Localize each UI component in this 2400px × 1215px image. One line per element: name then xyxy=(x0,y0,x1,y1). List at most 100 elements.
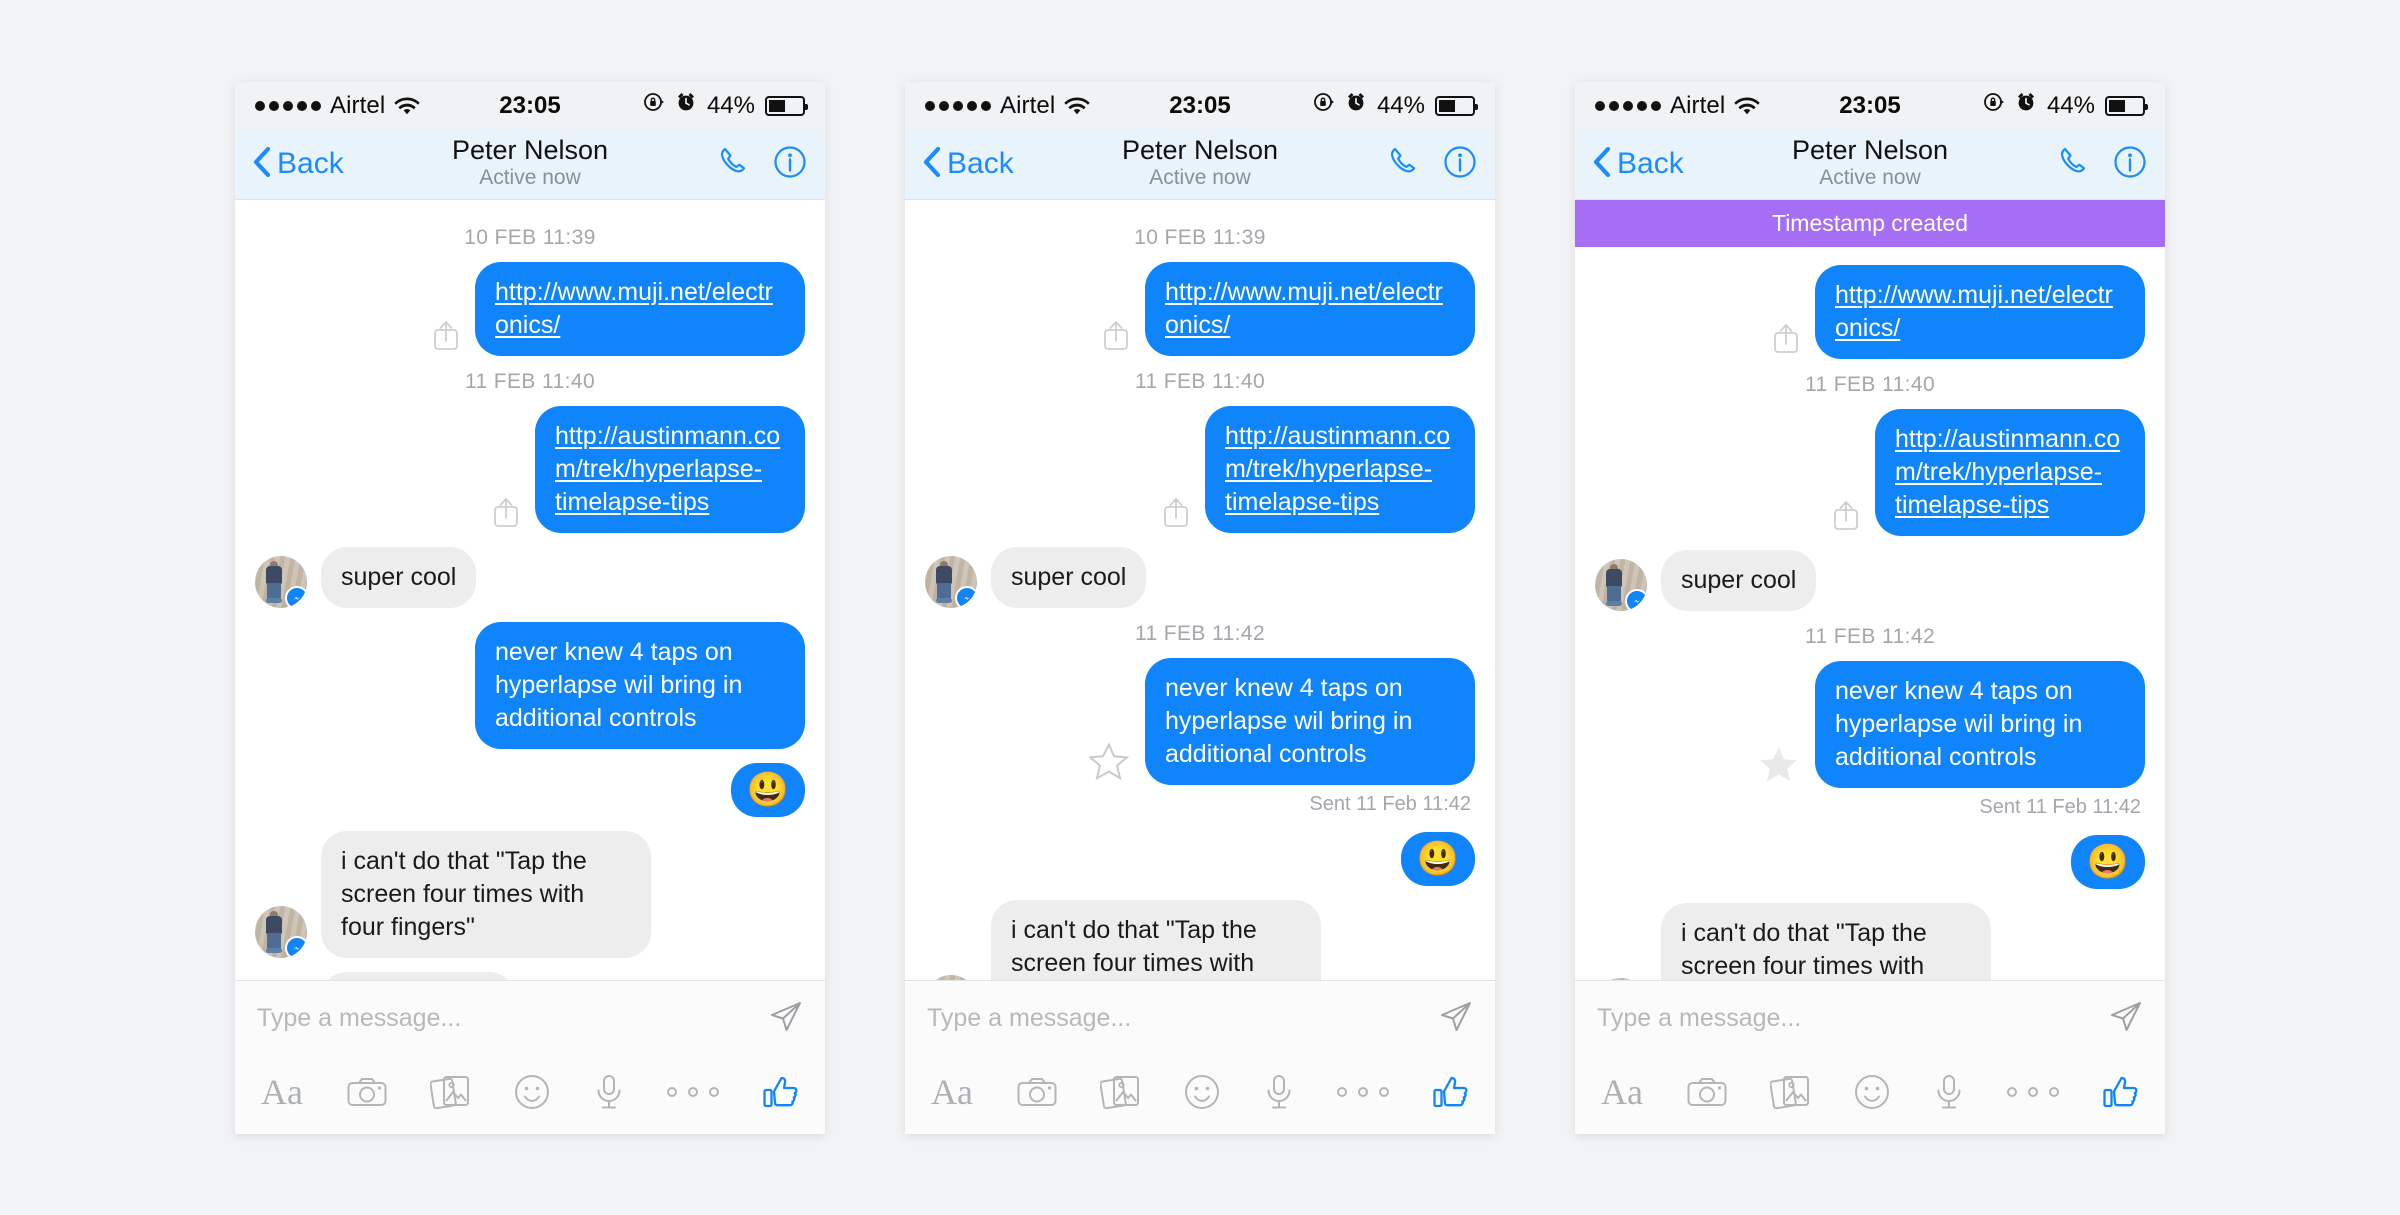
star-outline-icon[interactable] xyxy=(1087,742,1130,785)
avatar[interactable] xyxy=(1595,978,1647,980)
message-thread-2[interactable]: 10 FEB 11:39 http://www.muji.net/electro… xyxy=(905,200,1495,980)
voice-record-tool[interactable] xyxy=(1934,1074,1964,1110)
message-bubble-emoji[interactable]: 😃 xyxy=(2070,835,2145,889)
message-bubble[interactable]: never knew 4 taps on hyperlapse wil brin… xyxy=(1815,661,2145,788)
message-bubble[interactable]: never knew 4 taps on hyperlapse wil brin… xyxy=(475,622,805,749)
share-upload-icon[interactable] xyxy=(493,496,519,533)
message-row[interactable]: http://www.muji.net/electronics/ xyxy=(925,262,1475,356)
camera-tool[interactable] xyxy=(1017,1076,1057,1108)
more-options-tool[interactable] xyxy=(667,1087,720,1097)
message-row[interactable]: http://www.muji.net/electronics/ xyxy=(1595,265,2145,359)
message-row[interactable]: http://austinmann.com/trek/hyperlapse-ti… xyxy=(255,406,805,533)
message-bubble-link[interactable]: http://austinmann.com/trek/hyperlapse-ti… xyxy=(535,406,805,533)
message-bubble[interactable]: i can't do that "Tap the screen four tim… xyxy=(1661,903,1991,980)
message-input-row[interactable]: Type a message... xyxy=(1575,981,2165,1056)
nav-actions xyxy=(2057,145,2147,184)
message-input-row[interactable]: Type a message... xyxy=(235,981,825,1056)
send-paper-plane-icon[interactable] xyxy=(1439,999,1473,1038)
avatar[interactable] xyxy=(925,556,977,608)
message-thread-1[interactable]: 10 FEB 11:39 http://www.muji.net/electro… xyxy=(235,200,825,980)
phone-icon[interactable] xyxy=(2057,145,2091,184)
message-bubble[interactable]: super cool xyxy=(321,547,477,608)
more-options-tool[interactable] xyxy=(1337,1087,1390,1097)
avatar[interactable] xyxy=(925,975,977,980)
message-row[interactable]: i can't do that "Tap the screen four tim… xyxy=(1595,903,2145,980)
message-row[interactable]: never knew 4 taps on hyperlapse wil brin… xyxy=(1595,661,2145,788)
camera-tool[interactable] xyxy=(347,1076,387,1108)
phone-icon[interactable] xyxy=(717,145,751,184)
text-format-tool[interactable]: Aa xyxy=(931,1071,973,1113)
message-row[interactable]: i can't do that "Tap the screen four tim… xyxy=(925,900,1475,980)
text-format-tool[interactable]: Aa xyxy=(261,1071,303,1113)
message-row[interactable]: super cool xyxy=(925,547,1475,608)
message-bubble-emoji[interactable]: 😃 xyxy=(730,763,805,817)
rotation-lock-icon xyxy=(1983,91,2005,120)
message-row[interactable]: http://austinmann.com/trek/hyperlapse-ti… xyxy=(925,406,1475,533)
back-button[interactable]: Back xyxy=(1593,146,1684,182)
message-input-placeholder[interactable]: Type a message... xyxy=(927,1004,1439,1033)
timestamp-created-banner: Timestamp created xyxy=(1575,200,2165,247)
avatar[interactable] xyxy=(255,556,307,608)
message-input-placeholder[interactable]: Type a message... xyxy=(1597,1004,2109,1033)
more-options-tool[interactable] xyxy=(2007,1087,2060,1097)
message-bubble-link[interactable]: http://www.muji.net/electronics/ xyxy=(1815,265,2145,359)
message-bubble-link[interactable]: http://www.muji.net/electronics/ xyxy=(1145,262,1475,356)
nav-actions xyxy=(1387,145,1477,184)
sticker-emoji-tool[interactable] xyxy=(514,1074,550,1110)
message-row[interactable]: super cool xyxy=(1595,550,2145,611)
message-row[interactable]: http://austinmann.com/trek/hyperlapse-ti… xyxy=(1595,409,2145,536)
avatar[interactable] xyxy=(1595,559,1647,611)
share-upload-icon[interactable] xyxy=(1103,319,1129,356)
message-row[interactable]: 😃 xyxy=(255,763,805,817)
sticker-emoji-tool[interactable] xyxy=(1184,1074,1220,1110)
back-button[interactable]: Back xyxy=(253,146,344,182)
thumbs-up-tool[interactable] xyxy=(2103,1075,2139,1109)
message-row[interactable]: sema working xyxy=(255,972,805,980)
phone-panel-1: Airtel 23:05 44% Back Peter Nelson Activ… xyxy=(235,82,825,1134)
photo-library-tool[interactable] xyxy=(1100,1074,1140,1110)
message-input-row[interactable]: Type a message... xyxy=(905,981,1495,1056)
info-circle-icon[interactable] xyxy=(2113,145,2147,184)
back-button[interactable]: Back xyxy=(923,146,1014,182)
thumbs-up-tool[interactable] xyxy=(763,1075,799,1109)
message-row[interactable]: 😃 xyxy=(1595,835,2145,889)
share-upload-icon[interactable] xyxy=(1773,322,1799,359)
message-bubble[interactable]: super cool xyxy=(1661,550,1817,611)
message-bubble-emoji[interactable]: 😃 xyxy=(1400,832,1475,886)
send-paper-plane-icon[interactable] xyxy=(2109,999,2143,1038)
info-circle-icon[interactable] xyxy=(1443,145,1477,184)
message-row[interactable]: http://www.muji.net/electronics/ xyxy=(255,262,805,356)
share-upload-icon[interactable] xyxy=(433,319,459,356)
sticker-emoji-tool[interactable] xyxy=(1854,1074,1890,1110)
message-row[interactable]: 😃 xyxy=(925,832,1475,886)
camera-tool[interactable] xyxy=(1687,1076,1727,1108)
message-bubble[interactable]: super cool xyxy=(991,547,1147,608)
message-bubble[interactable]: i can't do that "Tap the screen four tim… xyxy=(991,900,1321,980)
share-upload-icon[interactable] xyxy=(1163,496,1189,533)
text-format-tool[interactable]: Aa xyxy=(1601,1071,1643,1113)
thumbs-up-tool[interactable] xyxy=(1433,1075,1469,1109)
star-filled-icon[interactable] xyxy=(1759,745,1799,788)
voice-record-tool[interactable] xyxy=(594,1074,624,1110)
message-bubble-link[interactable]: http://www.muji.net/electronics/ xyxy=(475,262,805,356)
share-upload-icon[interactable] xyxy=(1833,499,1859,536)
message-thread-3[interactable]: http://www.muji.net/electronics/ 11 FEB … xyxy=(1575,247,2165,980)
send-paper-plane-icon[interactable] xyxy=(769,999,803,1038)
message-input-placeholder[interactable]: Type a message... xyxy=(257,1004,769,1033)
message-row[interactable]: super cool xyxy=(255,547,805,608)
message-bubble[interactable]: never knew 4 taps on hyperlapse wil brin… xyxy=(1145,658,1475,785)
voice-record-tool[interactable] xyxy=(1264,1074,1294,1110)
message-bubble-link[interactable]: http://austinmann.com/trek/hyperlapse-ti… xyxy=(1875,409,2145,536)
message-row[interactable]: never knew 4 taps on hyperlapse wil brin… xyxy=(925,658,1475,785)
photo-library-tool[interactable] xyxy=(1770,1074,1810,1110)
info-circle-icon[interactable] xyxy=(773,145,807,184)
message-row[interactable]: i can't do that "Tap the screen four tim… xyxy=(255,831,805,958)
message-bubble-link[interactable]: http://austinmann.com/trek/hyperlapse-ti… xyxy=(1205,406,1475,533)
phone-icon[interactable] xyxy=(1387,145,1421,184)
message-row[interactable]: never knew 4 taps on hyperlapse wil brin… xyxy=(255,622,805,749)
message-bubble[interactable]: i can't do that "Tap the screen four tim… xyxy=(321,831,651,958)
screenshot-stage: Airtel 23:05 44% Back Peter Nelson Activ… xyxy=(0,0,2400,1215)
message-bubble[interactable]: sema working xyxy=(321,972,516,980)
avatar[interactable] xyxy=(255,906,307,958)
photo-library-tool[interactable] xyxy=(430,1074,470,1110)
